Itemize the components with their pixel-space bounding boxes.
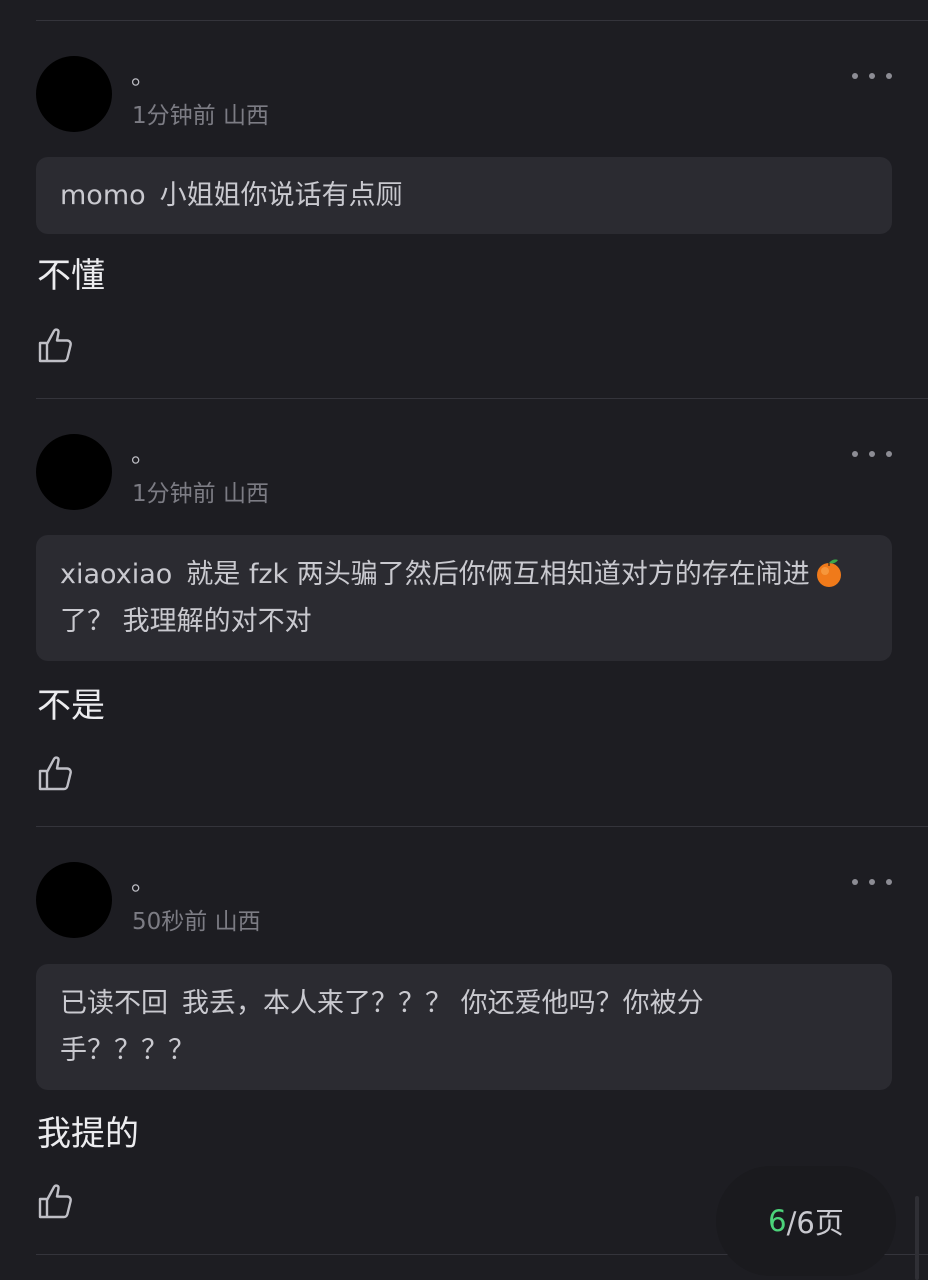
more-options-icon[interactable] <box>852 448 892 460</box>
divider <box>36 826 928 827</box>
like-icon[interactable] <box>37 326 75 364</box>
username[interactable]: 。 <box>131 864 155 900</box>
quoted-username: 已读不回 <box>60 988 168 1019</box>
reply-text: 不是 <box>37 686 105 726</box>
quoted-comment[interactable]: xiaoxiao 就是 fzk 两头骗了然后你俩互相知道对方的存在闹进 了？ 我理… <box>36 535 892 661</box>
scrollbar[interactable] <box>915 1196 919 1280</box>
quoted-text: 了？ 我理解的对不对 <box>60 606 312 637</box>
quoted-username: xiaoxiao <box>60 559 173 590</box>
timestamp: 1分钟前 <box>132 481 216 507</box>
username[interactable]: 。 <box>131 436 155 472</box>
like-icon[interactable] <box>37 754 75 792</box>
location: 山西 <box>222 481 269 507</box>
total-pages: /6页 <box>786 1206 844 1240</box>
timestamp: 1分钟前 <box>132 103 216 129</box>
avatar[interactable] <box>36 56 112 132</box>
comment-meta: 50秒前 山西 <box>132 904 261 940</box>
quoted-comment[interactable]: momo 小姐姐你说话有点厕 <box>36 157 892 234</box>
comment-list-page: 。 1分钟前 山西 momo 小姐姐你说话有点厕 不懂 。 1分钟前 山西 xia… <box>0 0 928 1280</box>
location: 山西 <box>214 909 261 935</box>
more-options-icon[interactable] <box>852 70 892 82</box>
quoted-username: momo <box>60 180 146 211</box>
divider <box>36 20 928 21</box>
comment-meta: 1分钟前 山西 <box>132 476 269 512</box>
reply-text: 不懂 <box>37 256 105 296</box>
quoted-comment[interactable]: 已读不回 我丢，本人来了？？？ 你还爱他吗？你被分手？？？？ <box>36 964 892 1090</box>
more-options-icon[interactable] <box>852 876 892 888</box>
quoted-text: 小姐姐你说话有点厕 <box>159 180 403 211</box>
like-icon[interactable] <box>37 1182 75 1220</box>
orange-icon <box>816 559 841 587</box>
comment-meta: 1分钟前 山西 <box>132 98 269 134</box>
reply-text: 我提的 <box>37 1114 139 1154</box>
username[interactable]: 。 <box>131 58 155 94</box>
current-page: 6 <box>768 1204 787 1238</box>
divider <box>36 398 928 399</box>
avatar[interactable] <box>36 434 112 510</box>
quoted-text: 就是 fzk 两头骗了然后你俩互相知道对方的存在闹进 <box>186 559 810 590</box>
avatar[interactable] <box>36 862 112 938</box>
page-indicator[interactable]: 6/6页 <box>716 1166 896 1276</box>
location: 山西 <box>222 103 269 129</box>
timestamp: 50秒前 <box>132 909 208 935</box>
